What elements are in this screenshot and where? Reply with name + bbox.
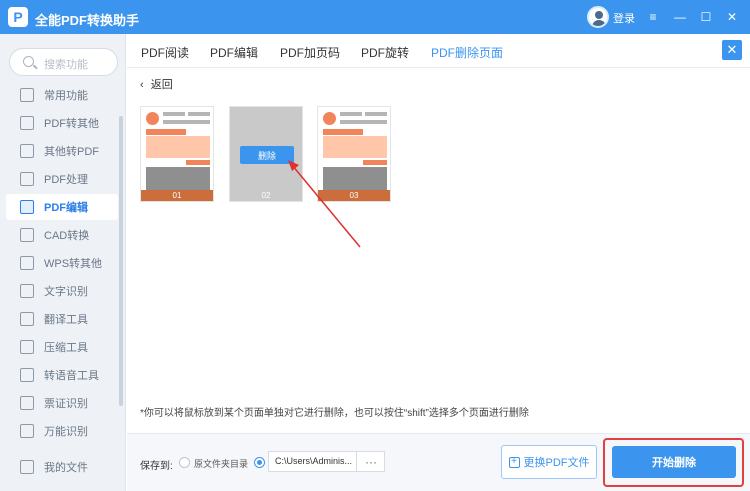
replace-pdf-label: 更换PDF文件 <box>523 457 590 469</box>
save-to-label: 保存到: <box>140 461 173 472</box>
tip-text: *你可以将鼠标放到某个页面单独对它进行删除，也可以按住“shift”选择多个页面… <box>140 408 529 419</box>
save-path-value: C:\Users\Adminis... <box>275 456 353 466</box>
highlight-box <box>603 438 744 487</box>
browse-button[interactable]: ··· <box>356 452 385 471</box>
replace-pdf-button[interactable]: + 更换PDF文件 <box>501 445 597 479</box>
radio-source-folder[interactable] <box>179 457 190 468</box>
radio-custom-path[interactable] <box>254 457 265 468</box>
save-path-field[interactable]: C:\Users\Adminis... ··· <box>268 451 385 472</box>
source-folder-label: 原文件夹目录 <box>194 459 249 469</box>
add-file-icon: + <box>508 456 520 468</box>
